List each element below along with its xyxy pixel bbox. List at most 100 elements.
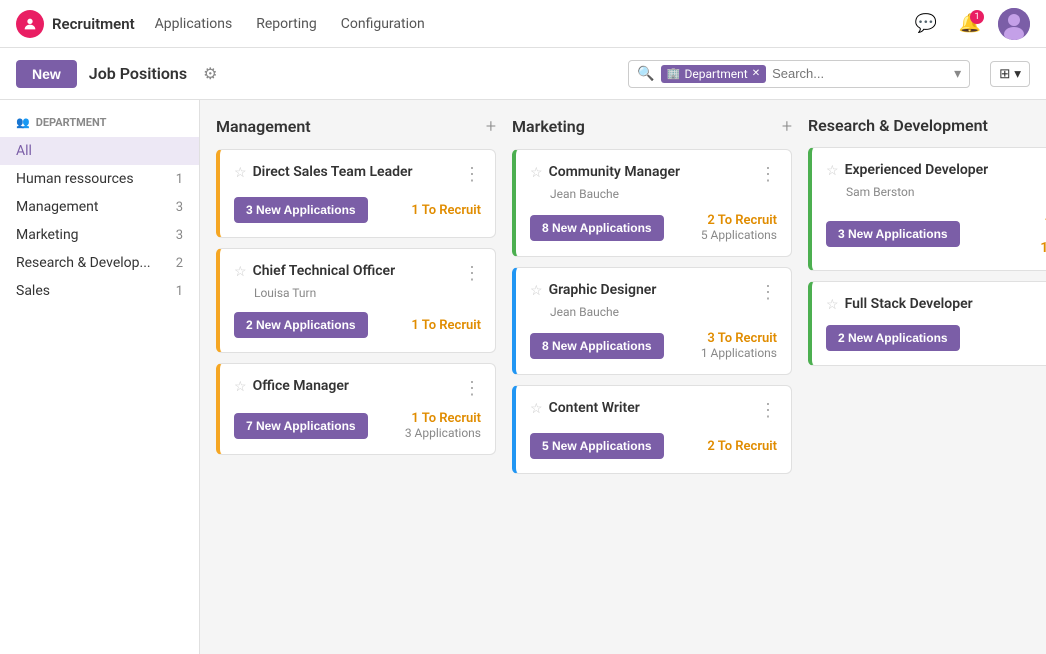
card-chief-technical: ☆ Chief Technical Officer ⋮ Louisa Turn … <box>216 248 496 353</box>
card-community-manager-menu[interactable]: ⋮ <box>759 164 777 185</box>
settings-icon[interactable]: ⚙ <box>203 64 217 83</box>
card-graphic-designer-header: ☆ Graphic Designer ⋮ <box>530 282 777 303</box>
column-marketing-add[interactable]: + <box>782 116 792 137</box>
sidebar-item-marketing[interactable]: Marketing 3 <box>0 221 199 249</box>
sidebar-item-sales[interactable]: Sales 1 <box>0 277 199 305</box>
user-avatar[interactable] <box>998 8 1030 40</box>
star-icon[interactable]: ☆ <box>234 264 247 280</box>
star-icon[interactable]: ☆ <box>234 379 247 395</box>
nav-actions: 💬 🔔 1 <box>910 8 1030 40</box>
card-graphic-designer-btn[interactable]: 8 New Applications <box>530 333 664 359</box>
card-community-manager-recruit: 2 To Recruit 5 Applications <box>701 213 777 242</box>
card-community-manager-btn[interactable]: 8 New Applications <box>530 215 664 241</box>
view-toggle[interactable]: ⊞ ▾ <box>990 61 1030 87</box>
chat-button[interactable]: 💬 <box>910 8 942 40</box>
card-content-writer: ☆ Content Writer ⋮ 5 New Applications 2 … <box>512 385 792 474</box>
star-icon[interactable]: ☆ <box>826 297 839 313</box>
recruit-apps: 5 Applications <box>701 228 777 242</box>
card-graphic-designer-menu[interactable]: ⋮ <box>759 282 777 303</box>
card-experienced-dev: ☆ Experienced Developer ⋮ Sam Berston 3 … <box>808 147 1046 271</box>
recruit-apps: 3 Applications <box>405 426 481 440</box>
card-direct-sales: ☆ Direct Sales Team Leader ⋮ 3 New Appli… <box>216 149 496 238</box>
card-chief-technical-footer: 2 New Applications 1 To Recruit <box>234 312 481 338</box>
card-content-writer-menu[interactable]: ⋮ <box>759 400 777 421</box>
card-office-manager-recruit: 1 To Recruit 3 Applications <box>405 411 481 440</box>
app-name: Recruitment <box>52 15 135 33</box>
column-management-add[interactable]: + <box>486 116 496 137</box>
kanban-view-button[interactable]: ⊞ ▾ <box>990 61 1030 87</box>
recruit-count: 2 To Recruit <box>707 439 777 454</box>
card-content-writer-footer: 5 New Applications 2 To Recruit <box>530 433 777 459</box>
column-marketing: Marketing + ☆ Community Manager ⋮ Jean B… <box>512 116 792 484</box>
column-marketing-header: Marketing + <box>512 116 792 137</box>
card-chief-technical-btn[interactable]: 2 New Applications <box>234 312 368 338</box>
card-community-manager: ☆ Community Manager ⋮ Jean Bauche 8 New … <box>512 149 792 257</box>
star-icon[interactable]: ☆ <box>530 165 543 181</box>
search-input[interactable] <box>772 66 948 81</box>
card-direct-sales-menu[interactable]: ⋮ <box>463 164 481 185</box>
column-marketing-title: Marketing <box>512 117 774 136</box>
main-layout: 👥 DEPARTMENT All Human ressources 1 Mana… <box>0 100 1046 654</box>
card-direct-sales-footer: 3 New Applications 1 To Recruit <box>234 197 481 223</box>
new-button[interactable]: New <box>16 60 77 88</box>
star-icon[interactable]: ☆ <box>234 165 247 181</box>
card-experienced-dev-title: Experienced Developer <box>845 162 1046 178</box>
card-content-writer-recruit: 2 To Recruit <box>707 439 777 454</box>
card-chief-technical-header: ☆ Chief Technical Officer ⋮ <box>234 263 481 284</box>
star-icon[interactable]: ☆ <box>530 401 543 417</box>
sidebar-item-management[interactable]: Management 3 <box>0 193 199 221</box>
card-content-writer-title: Content Writer <box>549 400 753 416</box>
recruit-count: 2 To Recruit <box>701 213 777 228</box>
filter-tag[interactable]: 🏢 Department ✕ <box>661 65 766 83</box>
search-bar: 🔍 🏢 Department ✕ ▾ <box>628 60 970 88</box>
column-rd-header: Research & Development <box>808 116 1046 135</box>
star-icon[interactable]: ☆ <box>826 163 839 179</box>
column-management: Management + ☆ Direct Sales Team Leader … <box>216 116 496 465</box>
nav-menu: Applications Reporting Configuration <box>155 12 910 36</box>
nav-reporting[interactable]: Reporting <box>256 12 317 36</box>
card-chief-technical-menu[interactable]: ⋮ <box>463 263 481 284</box>
sidebar-item-all[interactable]: All <box>0 137 199 165</box>
notification-button[interactable]: 🔔 1 <box>954 8 986 40</box>
card-content-writer-btn[interactable]: 5 New Applications <box>530 433 664 459</box>
view-arrow: ▾ <box>1014 66 1021 82</box>
sidebar-item-human-resources[interactable]: Human ressources 1 <box>0 165 199 193</box>
card-experienced-dev-btn[interactable]: 3 New Applications <box>826 221 960 247</box>
card-graphic-designer: ☆ Graphic Designer ⋮ Jean Bauche 8 New A… <box>512 267 792 375</box>
recruit-count: 1 To Recruit <box>411 203 481 218</box>
card-experienced-dev-subtitle: Sam Berston <box>846 185 1046 199</box>
card-direct-sales-btn[interactable]: 3 New Applications <box>234 197 368 223</box>
card-content-writer-header: ☆ Content Writer ⋮ <box>530 400 777 421</box>
card-community-manager-subtitle: Jean Bauche <box>550 187 777 201</box>
card-community-manager-header: ☆ Community Manager ⋮ <box>530 164 777 185</box>
filter-close-icon[interactable]: ✕ <box>752 68 760 79</box>
card-experienced-dev-recruit: 4 T... 6 A... 1 A... <box>1040 211 1046 256</box>
card-graphic-designer-title: Graphic Designer <box>549 282 753 298</box>
app-logo[interactable]: Recruitment <box>16 10 135 38</box>
recruit-apps: 1 Applications <box>701 346 777 360</box>
nav-applications[interactable]: Applications <box>155 12 233 36</box>
column-rd-title: Research & Development <box>808 116 1046 135</box>
card-full-stack-dev-footer: 2 New Applications 1 T... <box>826 325 1046 351</box>
column-rd: Research & Development ☆ Experienced Dev… <box>808 116 1046 376</box>
recruit-apps: 6 A... <box>1040 226 1046 240</box>
sidebar: 👥 DEPARTMENT All Human ressources 1 Mana… <box>0 100 200 654</box>
recruit-count: 3 To Recruit <box>701 331 777 346</box>
card-office-manager-menu[interactable]: ⋮ <box>463 378 481 399</box>
page-title: Job Positions <box>89 64 187 83</box>
search-dropdown-icon[interactable]: ▾ <box>954 66 961 82</box>
card-chief-technical-title: Chief Technical Officer <box>253 263 457 279</box>
filter-tag-label: Department <box>684 67 747 81</box>
sidebar-item-rd[interactable]: Research & Develop... 2 <box>0 249 199 277</box>
card-experienced-dev-header: ☆ Experienced Developer ⋮ <box>826 162 1046 183</box>
card-chief-technical-recruit: 1 To Recruit <box>411 318 481 333</box>
card-direct-sales-title: Direct Sales Team Leader <box>253 164 457 180</box>
kanban-icon: ⊞ <box>999 66 1010 82</box>
star-icon[interactable]: ☆ <box>530 283 543 299</box>
logo-icon <box>16 10 44 38</box>
card-office-manager-btn[interactable]: 7 New Applications <box>234 413 368 439</box>
nav-configuration[interactable]: Configuration <box>341 12 425 36</box>
card-full-stack-dev-btn[interactable]: 2 New Applications <box>826 325 960 351</box>
card-graphic-designer-recruit: 3 To Recruit 1 Applications <box>701 331 777 360</box>
card-direct-sales-header: ☆ Direct Sales Team Leader ⋮ <box>234 164 481 185</box>
